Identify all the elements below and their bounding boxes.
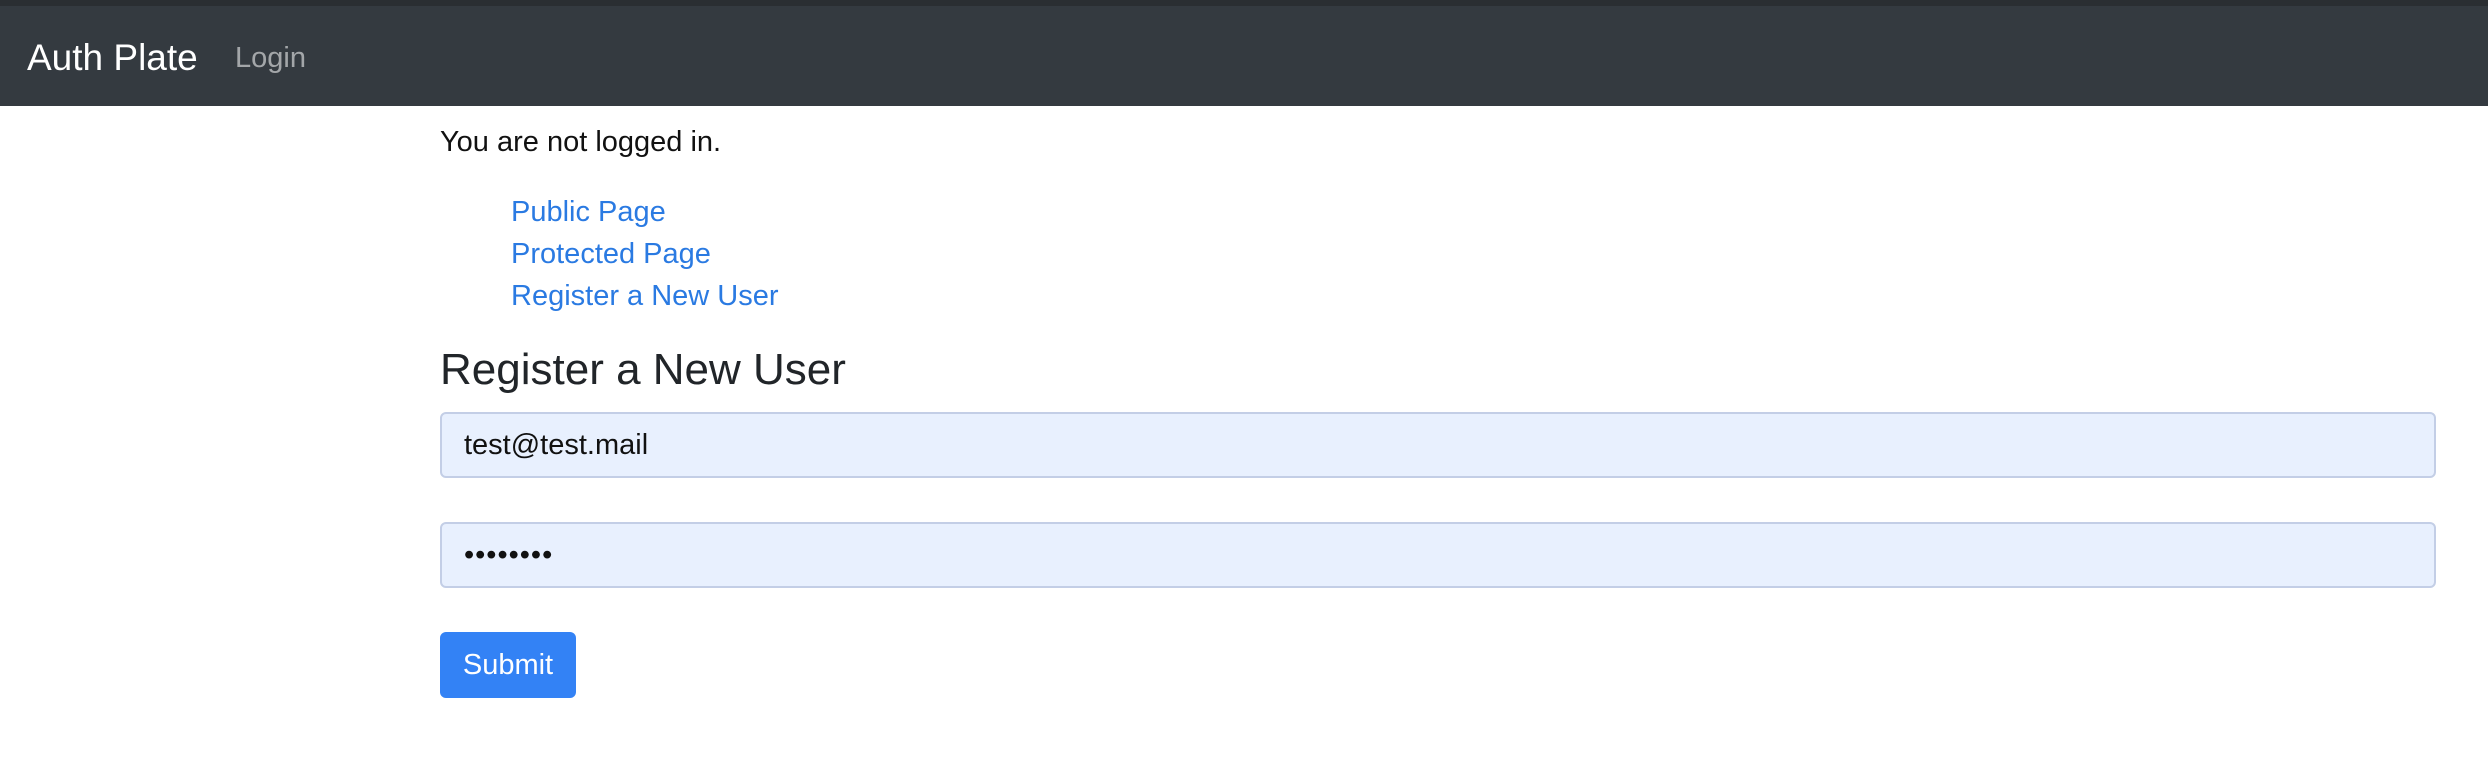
register-page-link[interactable]: Register a New User (511, 280, 779, 312)
navbar: Auth Plate Login (0, 6, 2488, 106)
list-item: Register a New User (511, 277, 779, 319)
list-item: Public Page (511, 193, 779, 235)
navbar-brand[interactable]: Auth Plate (27, 36, 198, 80)
submit-button[interactable]: Submit (440, 632, 576, 698)
list-item: Protected Page (511, 235, 779, 277)
login-status-text: You are not logged in. (440, 126, 722, 158)
password-field[interactable] (440, 522, 2436, 588)
register-form-title: Register a New User (440, 345, 846, 394)
nav-login-link[interactable]: Login (235, 40, 306, 76)
protected-page-link[interactable]: Protected Page (511, 238, 711, 270)
page-links-list: Public Page Protected Page Register a Ne… (511, 193, 779, 319)
public-page-link[interactable]: Public Page (511, 196, 666, 228)
email-field[interactable] (440, 412, 2436, 478)
